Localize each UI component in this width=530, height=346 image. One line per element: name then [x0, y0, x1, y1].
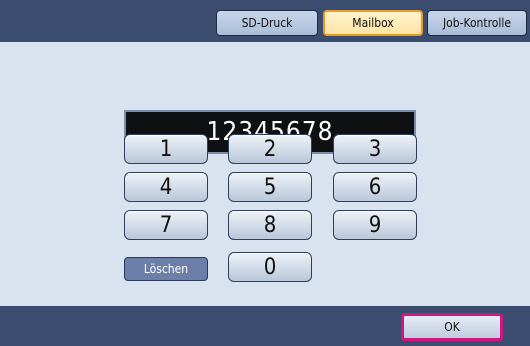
top-bar: SD-Druck Mailbox Job-Kontrolle [0, 0, 530, 42]
key-6-label: 6 [368, 174, 382, 200]
key-5[interactable]: 5 [228, 172, 312, 202]
key-8[interactable]: 8 [228, 210, 312, 240]
tab-mailbox-label: Mailbox [352, 16, 394, 30]
key-4[interactable]: 4 [124, 172, 208, 202]
tab-sd-druck[interactable]: SD-Druck [216, 10, 318, 36]
key-1[interactable]: 1 [124, 134, 208, 164]
key-6[interactable]: 6 [333, 172, 417, 202]
ok-button-label: OK [444, 320, 460, 334]
ok-button[interactable]: OK [401, 313, 503, 341]
tab-job-kontrolle[interactable]: Job-Kontrolle [427, 10, 527, 36]
key-7[interactable]: 7 [124, 210, 208, 240]
key-3[interactable]: 3 [333, 134, 417, 164]
copier-mailbox-keypad-screen: SD-Druck Mailbox Job-Kontrolle 12345678 … [0, 0, 530, 346]
key-4-label: 4 [159, 174, 173, 200]
key-3-label: 3 [368, 136, 382, 162]
key-0[interactable]: 0 [228, 252, 312, 282]
tab-job-kontrolle-label: Job-Kontrolle [442, 16, 512, 30]
key-8-label: 8 [263, 212, 277, 238]
clear-button-label: Löschen [143, 262, 189, 276]
key-0-label: 0 [263, 254, 277, 280]
clear-button[interactable]: Löschen [124, 257, 208, 281]
key-7-label: 7 [159, 212, 173, 238]
tab-mailbox[interactable]: Mailbox [323, 10, 423, 36]
tab-sd-druck-label: SD-Druck [241, 16, 293, 30]
key-1-label: 1 [159, 136, 173, 162]
key-2[interactable]: 2 [228, 134, 312, 164]
key-2-label: 2 [263, 136, 277, 162]
key-9[interactable]: 9 [333, 210, 417, 240]
key-9-label: 9 [368, 212, 382, 238]
key-5-label: 5 [263, 174, 277, 200]
